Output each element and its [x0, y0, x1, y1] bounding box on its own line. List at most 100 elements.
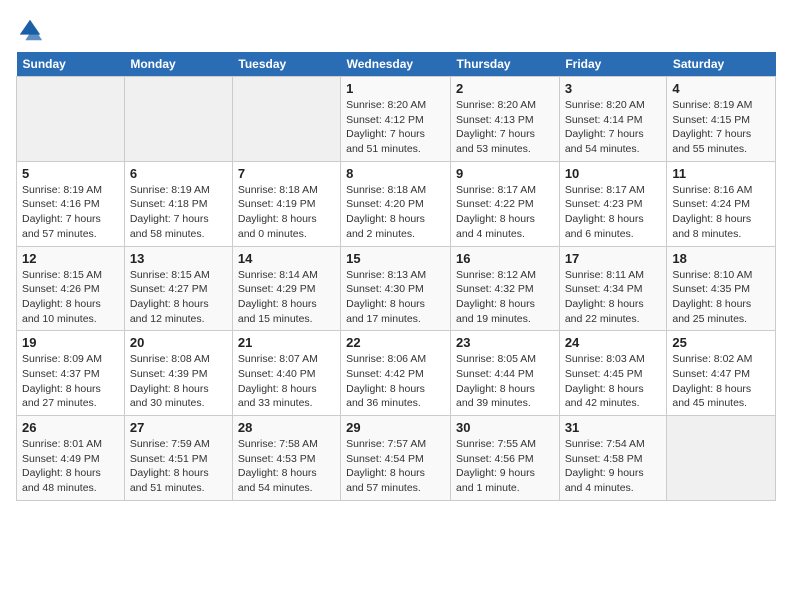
day-info: Sunrise: 8:01 AM Sunset: 4:49 PM Dayligh… [22, 437, 119, 496]
day-info: Sunrise: 8:17 AM Sunset: 4:22 PM Dayligh… [456, 183, 554, 242]
day-number: 22 [346, 335, 445, 350]
day-info: Sunrise: 8:19 AM Sunset: 4:18 PM Dayligh… [130, 183, 227, 242]
weekday-header-monday: Monday [124, 52, 232, 77]
day-info: Sunrise: 8:20 AM Sunset: 4:13 PM Dayligh… [456, 98, 554, 157]
weekday-header-thursday: Thursday [451, 52, 560, 77]
calendar-cell [232, 77, 340, 162]
day-number: 31 [565, 420, 662, 435]
day-info: Sunrise: 8:15 AM Sunset: 4:27 PM Dayligh… [130, 268, 227, 327]
calendar-cell: 12 Sunrise: 8:15 AM Sunset: 4:26 PM Dayli… [17, 246, 125, 331]
calendar-cell: 30 Sunrise: 7:55 AM Sunset: 4:56 PM Dayli… [451, 416, 560, 501]
calendar-cell [124, 77, 232, 162]
day-number: 19 [22, 335, 119, 350]
day-info: Sunrise: 8:07 AM Sunset: 4:40 PM Dayligh… [238, 352, 335, 411]
day-number: 27 [130, 420, 227, 435]
day-number: 20 [130, 335, 227, 350]
day-number: 17 [565, 251, 662, 266]
day-number: 23 [456, 335, 554, 350]
day-number: 13 [130, 251, 227, 266]
calendar-week-row: 26 Sunrise: 8:01 AM Sunset: 4:49 PM Dayli… [17, 416, 776, 501]
weekday-header-wednesday: Wednesday [341, 52, 451, 77]
calendar-cell: 20 Sunrise: 8:08 AM Sunset: 4:39 PM Dayli… [124, 331, 232, 416]
day-number: 1 [346, 81, 445, 96]
day-info: Sunrise: 8:02 AM Sunset: 4:47 PM Dayligh… [672, 352, 770, 411]
calendar-cell: 23 Sunrise: 8:05 AM Sunset: 4:44 PM Dayli… [451, 331, 560, 416]
calendar-cell: 27 Sunrise: 7:59 AM Sunset: 4:51 PM Dayli… [124, 416, 232, 501]
calendar-cell: 31 Sunrise: 7:54 AM Sunset: 4:58 PM Dayli… [559, 416, 667, 501]
logo-icon [16, 16, 44, 44]
calendar-cell: 29 Sunrise: 7:57 AM Sunset: 4:54 PM Dayli… [341, 416, 451, 501]
weekday-header-sunday: Sunday [17, 52, 125, 77]
day-info: Sunrise: 8:16 AM Sunset: 4:24 PM Dayligh… [672, 183, 770, 242]
day-number: 7 [238, 166, 335, 181]
calendar-cell: 22 Sunrise: 8:06 AM Sunset: 4:42 PM Dayli… [341, 331, 451, 416]
day-info: Sunrise: 7:59 AM Sunset: 4:51 PM Dayligh… [130, 437, 227, 496]
day-info: Sunrise: 8:20 AM Sunset: 4:14 PM Dayligh… [565, 98, 662, 157]
calendar-cell: 17 Sunrise: 8:11 AM Sunset: 4:34 PM Dayli… [559, 246, 667, 331]
calendar-cell: 28 Sunrise: 7:58 AM Sunset: 4:53 PM Dayli… [232, 416, 340, 501]
day-number: 26 [22, 420, 119, 435]
day-info: Sunrise: 8:15 AM Sunset: 4:26 PM Dayligh… [22, 268, 119, 327]
day-info: Sunrise: 8:19 AM Sunset: 4:15 PM Dayligh… [672, 98, 770, 157]
calendar-cell: 21Sunrise: 8:07 AM Sunset: 4:40 PM Dayli… [232, 331, 340, 416]
calendar-cell: 10 Sunrise: 8:17 AM Sunset: 4:23 PM Dayli… [559, 161, 667, 246]
day-info: Sunrise: 8:14 AM Sunset: 4:29 PM Dayligh… [238, 268, 335, 327]
calendar-cell: 16 Sunrise: 8:12 AM Sunset: 4:32 PM Dayli… [451, 246, 560, 331]
day-info: Sunrise: 8:05 AM Sunset: 4:44 PM Dayligh… [456, 352, 554, 411]
calendar-week-row: 1 Sunrise: 8:20 AM Sunset: 4:12 PM Daylig… [17, 77, 776, 162]
calendar-cell: 19 Sunrise: 8:09 AM Sunset: 4:37 PM Dayli… [17, 331, 125, 416]
day-number: 2 [456, 81, 554, 96]
day-number: 15 [346, 251, 445, 266]
calendar-cell: 18Sunrise: 8:10 AM Sunset: 4:35 PM Dayli… [667, 246, 776, 331]
day-number: 16 [456, 251, 554, 266]
day-number: 29 [346, 420, 445, 435]
calendar-cell: 4 Sunrise: 8:19 AM Sunset: 4:15 PM Daylig… [667, 77, 776, 162]
day-number: 5 [22, 166, 119, 181]
calendar-cell: 13 Sunrise: 8:15 AM Sunset: 4:27 PM Dayli… [124, 246, 232, 331]
calendar-cell: 15 Sunrise: 8:13 AM Sunset: 4:30 PM Dayli… [341, 246, 451, 331]
day-number: 6 [130, 166, 227, 181]
day-info: Sunrise: 8:08 AM Sunset: 4:39 PM Dayligh… [130, 352, 227, 411]
day-info: Sunrise: 7:54 AM Sunset: 4:58 PM Dayligh… [565, 437, 662, 496]
calendar-cell: 11 Sunrise: 8:16 AM Sunset: 4:24 PM Dayli… [667, 161, 776, 246]
calendar-cell: 7Sunrise: 8:18 AM Sunset: 4:19 PM Daylig… [232, 161, 340, 246]
day-number: 12 [22, 251, 119, 266]
day-info: Sunrise: 8:19 AM Sunset: 4:16 PM Dayligh… [22, 183, 119, 242]
calendar-week-row: 12 Sunrise: 8:15 AM Sunset: 4:26 PM Dayli… [17, 246, 776, 331]
day-number: 28 [238, 420, 335, 435]
calendar-cell: 25Sunrise: 8:02 AM Sunset: 4:47 PM Dayli… [667, 331, 776, 416]
day-info: Sunrise: 8:18 AM Sunset: 4:20 PM Dayligh… [346, 183, 445, 242]
day-number: 8 [346, 166, 445, 181]
day-info: Sunrise: 8:12 AM Sunset: 4:32 PM Dayligh… [456, 268, 554, 327]
day-info: Sunrise: 8:17 AM Sunset: 4:23 PM Dayligh… [565, 183, 662, 242]
calendar-cell: 6 Sunrise: 8:19 AM Sunset: 4:18 PM Daylig… [124, 161, 232, 246]
day-number: 4 [672, 81, 770, 96]
day-info: Sunrise: 8:09 AM Sunset: 4:37 PM Dayligh… [22, 352, 119, 411]
calendar-table: SundayMondayTuesdayWednesdayThursdayFrid… [16, 52, 776, 501]
weekday-header-row: SundayMondayTuesdayWednesdayThursdayFrid… [17, 52, 776, 77]
day-number: 24 [565, 335, 662, 350]
day-info: Sunrise: 7:57 AM Sunset: 4:54 PM Dayligh… [346, 437, 445, 496]
day-number: 3 [565, 81, 662, 96]
weekday-header-saturday: Saturday [667, 52, 776, 77]
calendar-cell: 3 Sunrise: 8:20 AM Sunset: 4:14 PM Daylig… [559, 77, 667, 162]
calendar-week-row: 5 Sunrise: 8:19 AM Sunset: 4:16 PM Daylig… [17, 161, 776, 246]
day-number: 11 [672, 166, 770, 181]
calendar-cell: 9 Sunrise: 8:17 AM Sunset: 4:22 PM Daylig… [451, 161, 560, 246]
day-info: Sunrise: 8:20 AM Sunset: 4:12 PM Dayligh… [346, 98, 445, 157]
day-number: 10 [565, 166, 662, 181]
calendar-cell [667, 416, 776, 501]
logo [16, 16, 48, 44]
day-info: Sunrise: 8:11 AM Sunset: 4:34 PM Dayligh… [565, 268, 662, 327]
day-info: Sunrise: 7:58 AM Sunset: 4:53 PM Dayligh… [238, 437, 335, 496]
day-number: 30 [456, 420, 554, 435]
day-info: Sunrise: 8:06 AM Sunset: 4:42 PM Dayligh… [346, 352, 445, 411]
day-info: Sunrise: 7:55 AM Sunset: 4:56 PM Dayligh… [456, 437, 554, 496]
weekday-header-friday: Friday [559, 52, 667, 77]
day-number: 9 [456, 166, 554, 181]
calendar-cell: 1 Sunrise: 8:20 AM Sunset: 4:12 PM Daylig… [341, 77, 451, 162]
calendar-cell: 26 Sunrise: 8:01 AM Sunset: 4:49 PM Dayli… [17, 416, 125, 501]
day-info: Sunrise: 8:13 AM Sunset: 4:30 PM Dayligh… [346, 268, 445, 327]
calendar-cell: 24Sunrise: 8:03 AM Sunset: 4:45 PM Dayli… [559, 331, 667, 416]
day-number: 14 [238, 251, 335, 266]
